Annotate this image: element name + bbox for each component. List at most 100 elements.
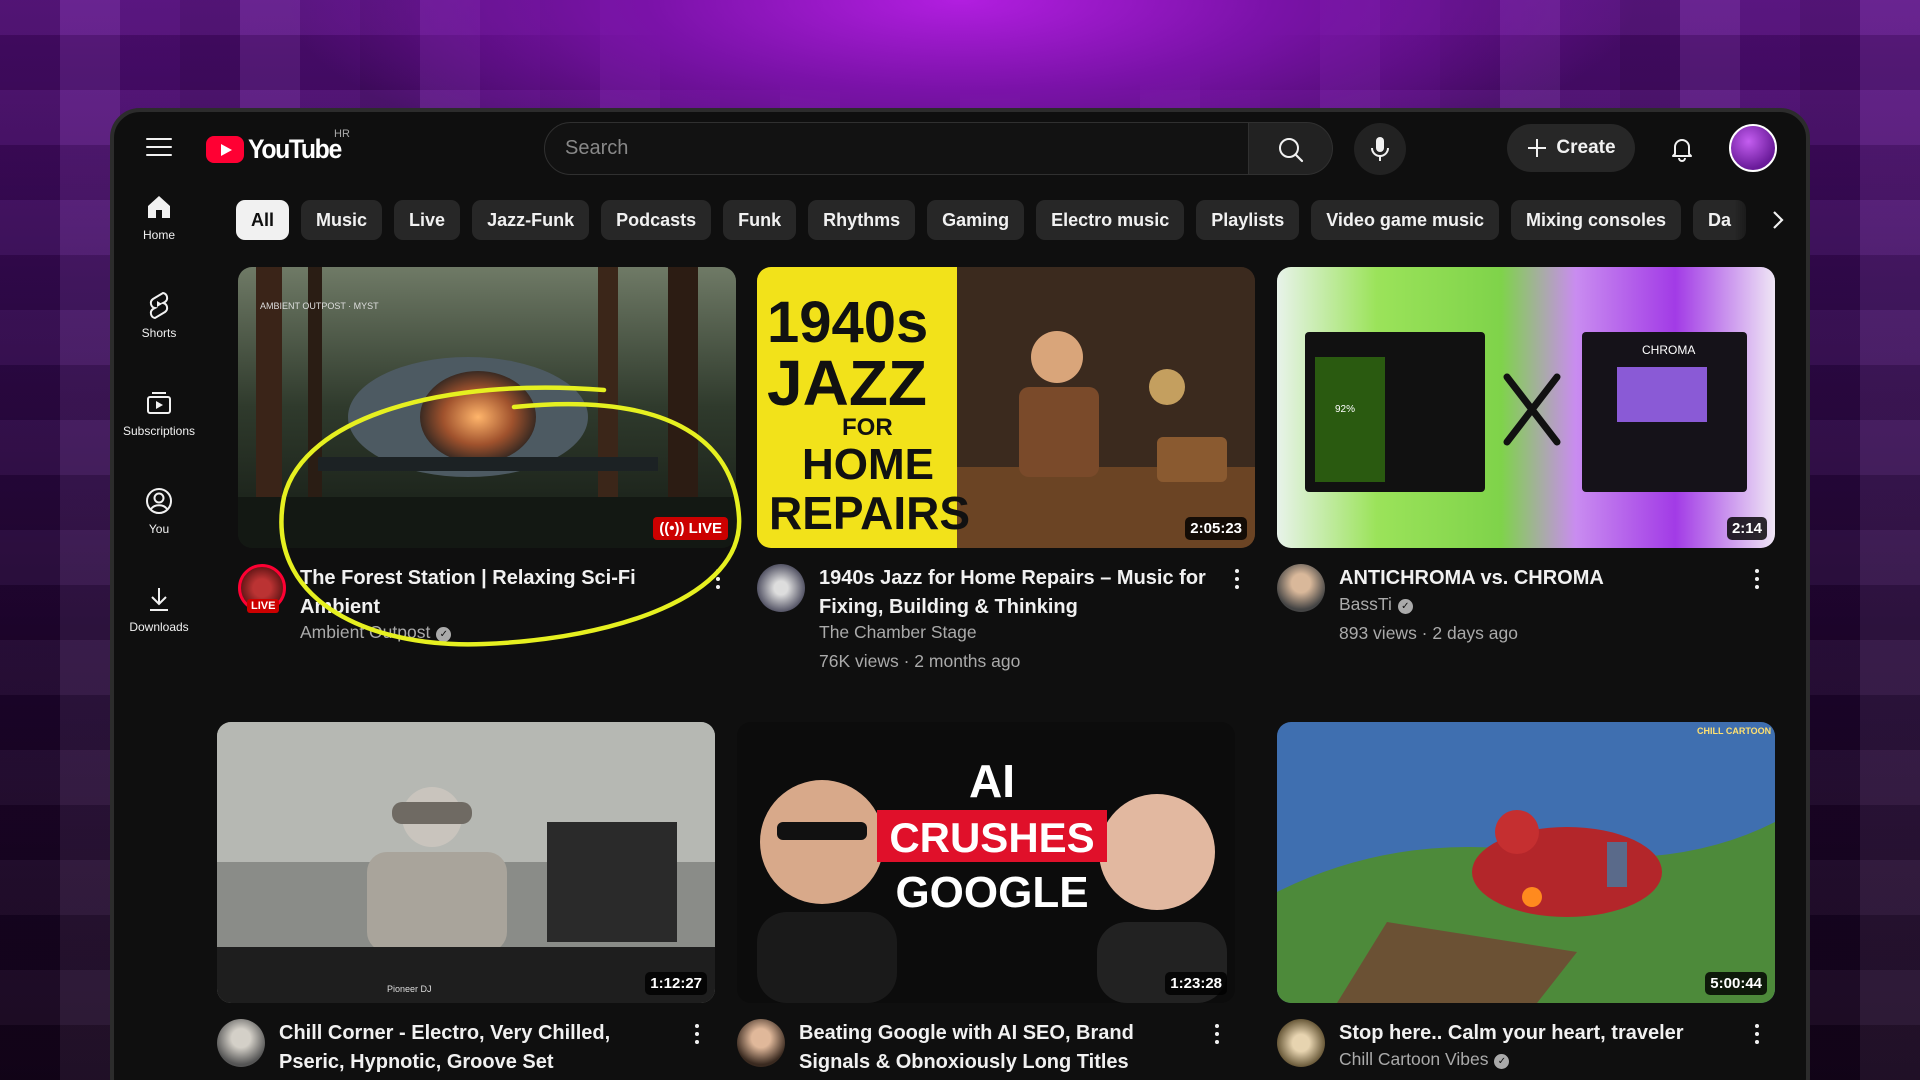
shorts-icon bbox=[149, 291, 169, 320]
search-input[interactable] bbox=[545, 123, 1248, 174]
more-actions-button[interactable] bbox=[1747, 1021, 1767, 1049]
chip-podcasts[interactable]: Podcasts bbox=[601, 200, 712, 240]
thumb-text-home: HOME bbox=[802, 440, 934, 489]
sidebar-item-label: Shorts bbox=[141, 326, 177, 340]
account-avatar[interactable] bbox=[1729, 124, 1777, 172]
chip-funk[interactable]: Funk bbox=[723, 200, 797, 240]
live-badge: ((•)) LIVE bbox=[653, 517, 728, 540]
video-details: Beating Google with AI SEO, Brand Signal… bbox=[737, 1003, 1235, 1080]
video-thumbnail[interactable]: 1940s JAZZ FOR HOME REPAIRS 2:05:23 bbox=[757, 267, 1255, 548]
chip-live[interactable]: Live bbox=[394, 200, 461, 240]
chip-gaming[interactable]: Gaming bbox=[927, 200, 1025, 240]
youtube-play-icon bbox=[206, 136, 244, 163]
subscriptions-icon bbox=[147, 392, 171, 414]
chip-jazz-funk[interactable]: Jazz-Funk bbox=[472, 200, 590, 240]
video-details: Stop here.. Calm your heart, traveler Ch… bbox=[1277, 1003, 1775, 1080]
sidebar-item-label: Downloads bbox=[129, 620, 189, 634]
microphone-icon bbox=[1371, 137, 1389, 161]
more-actions-button[interactable] bbox=[1227, 566, 1247, 594]
channel-name-text: BassTi bbox=[1339, 594, 1392, 614]
jazz-repairs-thumbnail: 1940s JAZZ FOR HOME REPAIRS bbox=[757, 267, 1255, 548]
chip-playlists[interactable]: Playlists bbox=[1196, 200, 1300, 240]
video-stats: 76K views · 2 months ago bbox=[819, 651, 1021, 671]
more-actions-button[interactable] bbox=[1207, 1021, 1227, 1049]
video-title[interactable]: Stop here.. Calm your heart, traveler bbox=[1339, 1019, 1739, 1048]
channel-name[interactable]: Chill Cartoon Vibes ✓ bbox=[1339, 1049, 1510, 1070]
sidebar-item-you[interactable]: You bbox=[114, 486, 204, 536]
video-details: Chill Corner - Electro, Very Chilled, Ps… bbox=[217, 1003, 715, 1080]
chevron-right-icon bbox=[1773, 211, 1784, 229]
video-thumbnail[interactable]: AMBIENT OUTPOST · MYST ((•)) LIVE bbox=[238, 267, 736, 548]
youtube-logo[interactable]: YouTube HR bbox=[206, 128, 350, 165]
channel-name[interactable]: BassTi ✓ bbox=[1339, 594, 1413, 615]
bell-icon bbox=[1672, 139, 1692, 162]
thumb-text-google: GOOGLE bbox=[895, 868, 1088, 917]
chip-music[interactable]: Music bbox=[301, 200, 383, 240]
sidebar-item-subscriptions[interactable]: Subscriptions bbox=[114, 388, 204, 438]
verified-icon: ✓ bbox=[1494, 1054, 1510, 1069]
youtube-window: YouTube HR Create bbox=[110, 108, 1810, 1080]
channel-avatar[interactable] bbox=[757, 564, 805, 612]
channel-avatar[interactable]: LIVE bbox=[238, 564, 286, 613]
video-duration: 2:05:23 bbox=[1185, 517, 1247, 540]
sidebar-item-label: Subscriptions bbox=[122, 424, 196, 438]
sidebar-item-downloads[interactable]: Downloads bbox=[114, 584, 204, 634]
sidebar-item-label: Home bbox=[142, 228, 175, 242]
chip-all[interactable]: All bbox=[236, 200, 290, 240]
thumb-text-jazz: JAZZ bbox=[767, 347, 927, 419]
thumb-text-chroma: CHROMA bbox=[1642, 343, 1695, 357]
video-card: CHILL CARTOON VIBES 5:00:44 Stop here.. … bbox=[1277, 722, 1775, 1080]
you-icon bbox=[146, 488, 172, 514]
more-actions-button[interactable] bbox=[687, 1021, 707, 1049]
video-card: 1940s JAZZ FOR HOME REPAIRS 2:05:23 1940… bbox=[757, 267, 1255, 678]
antichroma-thumbnail: 92% CHROMA bbox=[1277, 267, 1775, 548]
dragon-campfire-thumbnail: CHILL CARTOON VIBES bbox=[1277, 722, 1775, 1003]
video-card: AI CRUSHES GOOGLE 1:23:28 Beating Google… bbox=[737, 722, 1235, 1080]
filter-chip-bar: All Music Live Jazz-Funk Podcasts Funk Rhythms… bbox=[236, 200, 1786, 240]
channel-avatar[interactable] bbox=[217, 1019, 265, 1067]
video-title[interactable]: Beating Google with AI SEO, Brand Signal… bbox=[799, 1019, 1199, 1077]
chips-next-button[interactable] bbox=[1734, 200, 1794, 240]
channel-name[interactable]: Ambient Outpost ✓ bbox=[300, 622, 452, 643]
thumb-text-repairs: REPAIRS bbox=[769, 487, 970, 539]
chip-mixing-consoles[interactable]: Mixing consoles bbox=[1510, 200, 1682, 240]
video-stats: 893 views · 2 days ago bbox=[1339, 623, 1518, 643]
forest-station-thumbnail: AMBIENT OUTPOST · MYST bbox=[238, 267, 736, 548]
channel-avatar[interactable] bbox=[1277, 1019, 1325, 1067]
search-button[interactable] bbox=[1249, 122, 1333, 175]
chip-rhythms[interactable]: Rhythms bbox=[808, 200, 916, 240]
video-thumbnail[interactable]: Pioneer DJ 1:12:27 bbox=[217, 722, 715, 1003]
video-title[interactable]: 1940s Jazz for Home Repairs – Music for … bbox=[819, 564, 1219, 622]
plus-icon bbox=[1528, 139, 1547, 157]
broadcast-icon: ((•)) bbox=[659, 520, 689, 537]
video-thumbnail[interactable]: AI CRUSHES GOOGLE 1:23:28 bbox=[737, 722, 1235, 1003]
video-duration: 1:23:28 bbox=[1165, 972, 1227, 995]
create-button[interactable]: Create bbox=[1507, 124, 1635, 172]
video-thumbnail[interactable]: CHILL CARTOON VIBES 5:00:44 bbox=[1277, 722, 1775, 1003]
video-details: LIVE The Forest Station | Relaxing Sci-F… bbox=[238, 548, 736, 678]
search-icon bbox=[1279, 138, 1304, 163]
thumb-text-ai: AI bbox=[969, 755, 1015, 807]
voice-search-button[interactable] bbox=[1354, 123, 1406, 175]
more-actions-button[interactable] bbox=[708, 566, 728, 594]
thumb-text-1940s: 1940s bbox=[767, 290, 928, 355]
sidebar-item-shorts[interactable]: Shorts bbox=[114, 290, 204, 340]
video-details: 1940s Jazz for Home Repairs – Music for … bbox=[757, 548, 1255, 678]
notifications-button[interactable] bbox=[1666, 132, 1698, 164]
live-badge-text: LIVE bbox=[688, 520, 722, 537]
video-title[interactable]: ANTICHROMA vs. CHROMA bbox=[1339, 564, 1739, 593]
channel-name[interactable]: The Chamber Stage bbox=[819, 622, 977, 643]
chip-video-game-music[interactable]: Video game music bbox=[1311, 200, 1499, 240]
thumb-text-for: FOR bbox=[842, 414, 893, 441]
channel-avatar[interactable] bbox=[737, 1019, 785, 1067]
video-title[interactable]: The Forest Station | Relaxing Sci-Fi Amb… bbox=[300, 564, 700, 622]
verified-icon: ✓ bbox=[1397, 599, 1413, 614]
channel-avatar[interactable] bbox=[1277, 564, 1325, 612]
chip-electro-music[interactable]: Electro music bbox=[1036, 200, 1185, 240]
video-title[interactable]: Chill Corner - Electro, Very Chilled, Ps… bbox=[279, 1019, 679, 1077]
more-actions-button[interactable] bbox=[1747, 566, 1767, 594]
menu-icon[interactable] bbox=[146, 138, 172, 158]
sidebar-item-home[interactable]: Home bbox=[114, 192, 204, 242]
video-thumbnail[interactable]: 92% CHROMA 2:14 bbox=[1277, 267, 1775, 548]
video-card: Pioneer DJ 1:12:27 Chill Corner - Electr… bbox=[217, 722, 715, 1080]
